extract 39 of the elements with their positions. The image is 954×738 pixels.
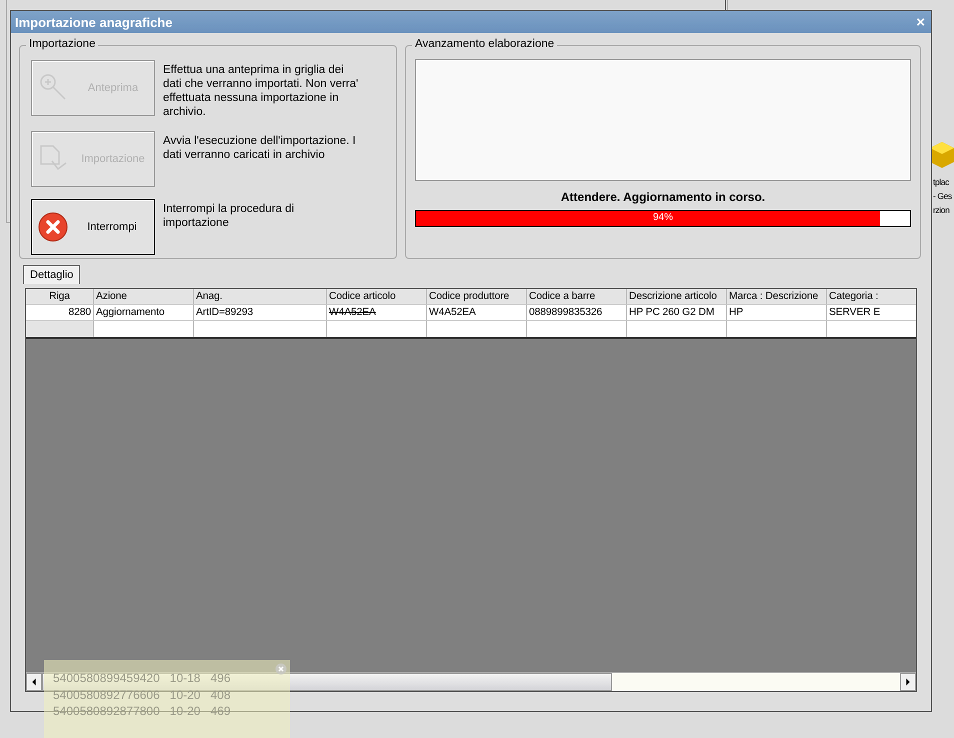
column-header[interactable]: Categoria :	[827, 289, 916, 305]
table-cell: ArtID=89293	[194, 305, 327, 321]
table-cell: HP PC 260 G2 DM	[627, 305, 727, 321]
window-title: Importazione anagrafiche	[15, 14, 172, 30]
table-cell: 0889899835326	[527, 305, 627, 321]
status-text: Attendere. Aggiornamento in corso.	[560, 190, 766, 204]
stop-icon	[38, 212, 68, 242]
table-cell: W4A52EA	[327, 305, 427, 321]
action-description: Interrompi la procedura di importazione	[163, 202, 296, 231]
table-cell: SERVER E	[827, 305, 916, 321]
group-title: Avanzamento elaborazione	[412, 38, 558, 50]
column-header[interactable]: Codice articolo	[327, 289, 427, 305]
scroll-left-icon[interactable]	[26, 673, 42, 691]
action-description: Avvia l'esecuzione dell'importazione. I dati verranno caricati in archivio	[163, 134, 357, 163]
tooltip-line: 5400580892776606 10-20 408	[52, 686, 232, 703]
desktop-label: - Ges	[933, 191, 952, 201]
action-description: Effettua una anteprima in griglia dei dati che verranno importati. Non verra' effettuata nessuna importazione in archivio.	[163, 63, 360, 119]
column-header[interactable]: Anag.	[194, 289, 327, 305]
tooltip-line: 5400580899459420 10-18 496	[52, 670, 232, 686]
column-header[interactable]: Codice a barre	[527, 289, 627, 305]
column-header[interactable]: Riga	[26, 289, 94, 305]
scroll-thumb[interactable]	[42, 673, 612, 691]
desktop-label: rzion	[933, 205, 950, 215]
tab[interactable]: Dettaglio	[23, 265, 80, 284]
table-cell: Aggiornamento	[94, 305, 194, 321]
stop-button[interactable]: Interrompi	[31, 199, 155, 255]
new-row[interactable]	[26, 321, 916, 339]
column-header[interactable]: Marca : Descrizione	[727, 289, 827, 305]
desktop-label: tplac	[933, 177, 949, 187]
table-cell: 8280	[26, 305, 94, 321]
group-title: Importazione	[26, 38, 98, 50]
scroll-right-icon[interactable]	[900, 673, 916, 691]
progress-reading: 94%	[652, 212, 674, 223]
horizontal-scrollbar[interactable]	[26, 672, 916, 691]
column-header[interactable]: Codice produttore	[427, 289, 527, 305]
column-header[interactable]: Descrizione articolo	[627, 289, 727, 305]
table-cell: HP	[727, 305, 827, 321]
table-cell: W4A52EA	[427, 305, 527, 321]
column-header[interactable]: Azione	[94, 289, 194, 305]
